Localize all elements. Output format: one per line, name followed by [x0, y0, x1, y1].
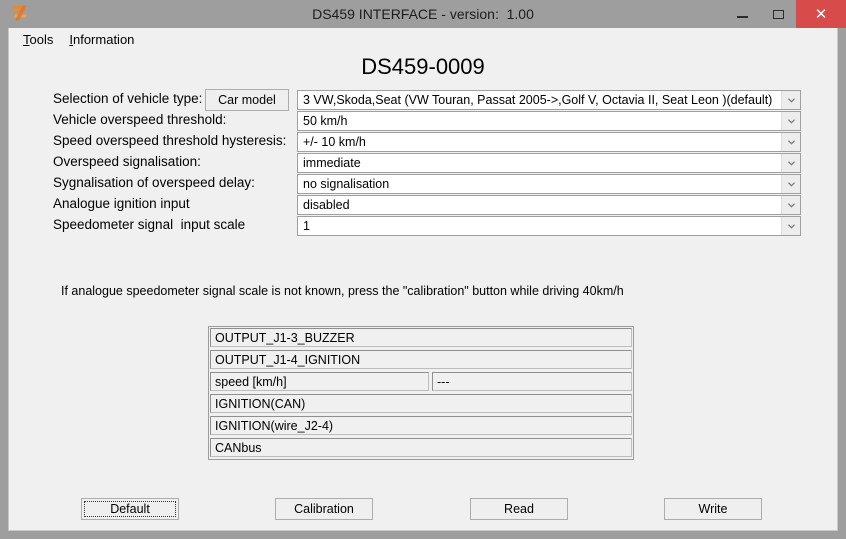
form-row-signalisation-delay: Sygnalisation of overspeed delay: no sig…: [9, 174, 837, 195]
chevron-down-icon: [787, 118, 795, 124]
chevron-down-icon: [787, 202, 795, 208]
combo-speedometer-scale-arrow[interactable]: [781, 217, 800, 235]
combo-analogue-ignition-input-arrow[interactable]: [781, 196, 800, 214]
settings-form: Selection of vehicle type: Car model 3 V…: [9, 89, 837, 237]
chevron-down-icon: [787, 181, 795, 187]
combo-overspeed-threshold-arrow[interactable]: [781, 112, 800, 130]
combo-speedometer-scale-value: 1: [303, 219, 310, 233]
status-cell-ignition-wire: IGNITION(wire_J2-4): [210, 416, 632, 435]
label-speedometer-scale: Speedometer signal input scale: [53, 217, 246, 232]
status-cell-canbus: CANbus: [210, 438, 632, 457]
table-row: speed [km/h] ---: [209, 372, 633, 393]
label-signalisation-delay: Sygnalisation of overspeed delay:: [53, 175, 255, 190]
status-cell-ignition-output: OUTPUT_J1-4_IGNITION: [210, 350, 632, 369]
maximize-icon: [772, 9, 784, 19]
title-bar[interactable]: DS459 INTERFACE - version: 1.00 ✕: [0, 0, 846, 28]
menu-item-tools[interactable]: Tools: [15, 30, 61, 49]
status-cell-buzzer: OUTPUT_J1-3_BUZZER: [210, 328, 632, 347]
client-area: Tools Information DS459-0009 Selection o…: [8, 28, 838, 531]
status-cell-ignition-can: IGNITION(CAN): [210, 394, 632, 413]
combo-hysteresis[interactable]: +/- 10 km/h: [297, 132, 801, 152]
read-button[interactable]: Read: [470, 498, 568, 520]
window-controls: ✕: [724, 0, 846, 28]
chevron-down-icon: [787, 97, 795, 103]
read-button-label: Read: [504, 502, 534, 516]
combo-overspeed-threshold[interactable]: 50 km/h: [297, 111, 801, 131]
write-button-label: Write: [698, 502, 728, 516]
label-hysteresis: Speed overspeed threshold hysteresis:: [53, 133, 287, 148]
default-button[interactable]: Default: [81, 498, 179, 520]
calibration-button-label: Calibration: [294, 502, 354, 516]
combo-overspeed-signalisation[interactable]: immediate: [297, 153, 801, 173]
combo-signalisation-delay-value: no signalisation: [303, 177, 390, 191]
button-bar: Default Calibration Read Write: [9, 498, 837, 522]
combo-signalisation-delay[interactable]: no signalisation: [297, 174, 801, 194]
menu-information-rest: nformation: [72, 31, 135, 47]
car-model-button[interactable]: Car model: [205, 89, 289, 111]
combo-overspeed-threshold-value: 50 km/h: [303, 114, 348, 128]
write-button[interactable]: Write: [664, 498, 762, 520]
form-row-speedometer-scale: Speedometer signal input scale 1: [9, 216, 837, 237]
application-window: DS459 INTERFACE - version: 1.00 ✕ Tools …: [0, 0, 846, 539]
calibration-button[interactable]: Calibration: [275, 498, 373, 520]
combo-speedometer-scale[interactable]: 1: [297, 216, 801, 236]
label-analogue-ignition-input: Analogue ignition input: [53, 196, 190, 211]
combo-vehicle-type[interactable]: 3 VW,Skoda,Seat (VW Touran, Passat 2005-…: [297, 90, 801, 110]
form-row-vehicle-type: Selection of vehicle type: Car model 3 V…: [9, 89, 837, 111]
chevron-down-icon: [787, 139, 795, 145]
window-title: DS459 INTERFACE - version: 1.00: [312, 6, 534, 22]
table-row: OUTPUT_J1-4_IGNITION: [209, 350, 633, 371]
combo-hysteresis-value: +/- 10 km/h: [303, 135, 366, 149]
combo-overspeed-signalisation-arrow[interactable]: [781, 154, 800, 172]
minimize-button[interactable]: [724, 0, 760, 28]
combo-overspeed-signalisation-value: immediate: [303, 156, 361, 170]
combo-vehicle-type-arrow[interactable]: [781, 91, 800, 109]
focus-ring: [84, 501, 176, 517]
menu-item-information[interactable]: Information: [61, 30, 142, 49]
status-cell-speed-value: ---: [432, 372, 632, 391]
close-button[interactable]: ✕: [796, 0, 846, 28]
form-row-overspeed-threshold: Vehicle overspeed threshold: 50 km/h: [9, 111, 837, 132]
combo-analogue-ignition-input[interactable]: disabled: [297, 195, 801, 215]
maximize-button[interactable]: [760, 0, 796, 28]
menu-bar: Tools Information: [9, 28, 837, 50]
form-row-analogue-ignition-input: Analogue ignition input disabled: [9, 195, 837, 216]
combo-hysteresis-arrow[interactable]: [781, 133, 800, 151]
minimize-icon: [736, 16, 748, 18]
combo-vehicle-type-value: 3 VW,Skoda,Seat (VW Touran, Passat 2005-…: [303, 93, 773, 107]
calibration-hint-text: If analogue speedometer signal scale is …: [61, 284, 624, 298]
table-row: CANbus: [209, 438, 633, 459]
chevron-down-icon: [787, 160, 795, 166]
table-row: IGNITION(CAN): [209, 394, 633, 415]
status-table: OUTPUT_J1-3_BUZZER OUTPUT_J1-4_IGNITION …: [208, 326, 634, 460]
combo-analogue-ignition-input-value: disabled: [303, 198, 350, 212]
close-icon: ✕: [814, 5, 828, 23]
label-vehicle-type: Selection of vehicle type:: [53, 91, 203, 106]
table-row: IGNITION(wire_J2-4): [209, 416, 633, 437]
table-row: OUTPUT_J1-3_BUZZER: [209, 328, 633, 349]
chevron-down-icon: [787, 223, 795, 229]
page-title: DS459-0009: [361, 54, 485, 79]
combo-signalisation-delay-arrow[interactable]: [781, 175, 800, 193]
label-overspeed-threshold: Vehicle overspeed threshold:: [53, 112, 227, 127]
menu-tools-rest: ools: [29, 31, 54, 47]
form-row-overspeed-signalisation: Overspeed signalisation: immediate: [9, 153, 837, 174]
status-cell-speed-label: speed [km/h]: [210, 372, 429, 391]
label-overspeed-signalisation: Overspeed signalisation:: [53, 154, 201, 169]
form-row-hysteresis: Speed overspeed threshold hysteresis: +/…: [9, 132, 837, 153]
